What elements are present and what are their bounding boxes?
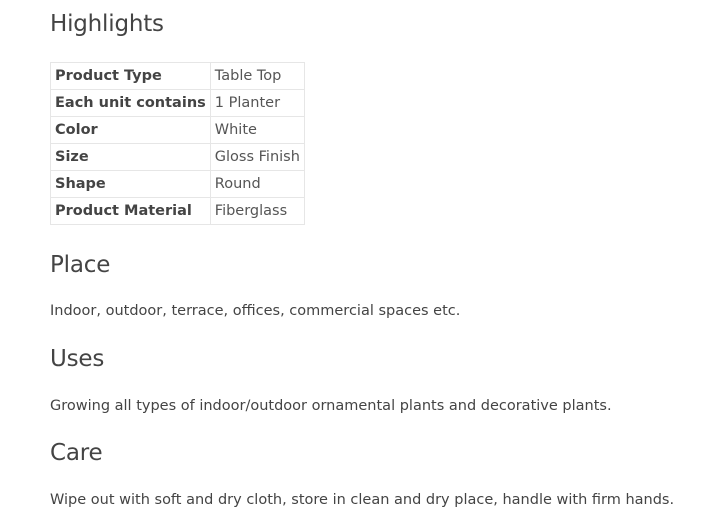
uses-text: Growing all types of indoor/outdoor orna…: [50, 398, 612, 414]
care-text: Wipe out with soft and dry cloth, store …: [50, 492, 675, 508]
spec-value: Table Top: [209, 62, 305, 90]
place-text: Indoor, outdoor, terrace, offices, comme…: [50, 303, 461, 319]
spec-key: Size: [50, 143, 211, 171]
spec-key: Each unit contains: [50, 89, 211, 117]
spec-value: Round: [209, 170, 305, 198]
spec-key: Product Material: [50, 197, 211, 225]
highlights-heading: Highlights: [50, 11, 164, 37]
table-row: Size Gloss Finish: [50, 143, 305, 171]
spec-value: 1 Planter: [209, 89, 305, 117]
table-row: Product Material Fiberglass: [50, 197, 305, 225]
care-heading: Care: [50, 440, 103, 466]
place-heading: Place: [50, 252, 111, 278]
table-row: Each unit contains 1 Planter: [50, 89, 305, 117]
spec-value: Gloss Finish: [209, 143, 305, 171]
table-row: Product Type Table Top: [50, 62, 305, 90]
spec-value: Fiberglass: [209, 197, 305, 225]
highlights-table: Product Type Table Top Each unit contain…: [50, 62, 305, 225]
spec-key: Shape: [50, 170, 211, 198]
spec-key: Color: [50, 116, 211, 144]
table-row: Shape Round: [50, 170, 305, 198]
uses-heading: Uses: [50, 346, 105, 372]
spec-value: White: [209, 116, 305, 144]
spec-key: Product Type: [50, 62, 211, 90]
table-row: Color White: [50, 116, 305, 144]
